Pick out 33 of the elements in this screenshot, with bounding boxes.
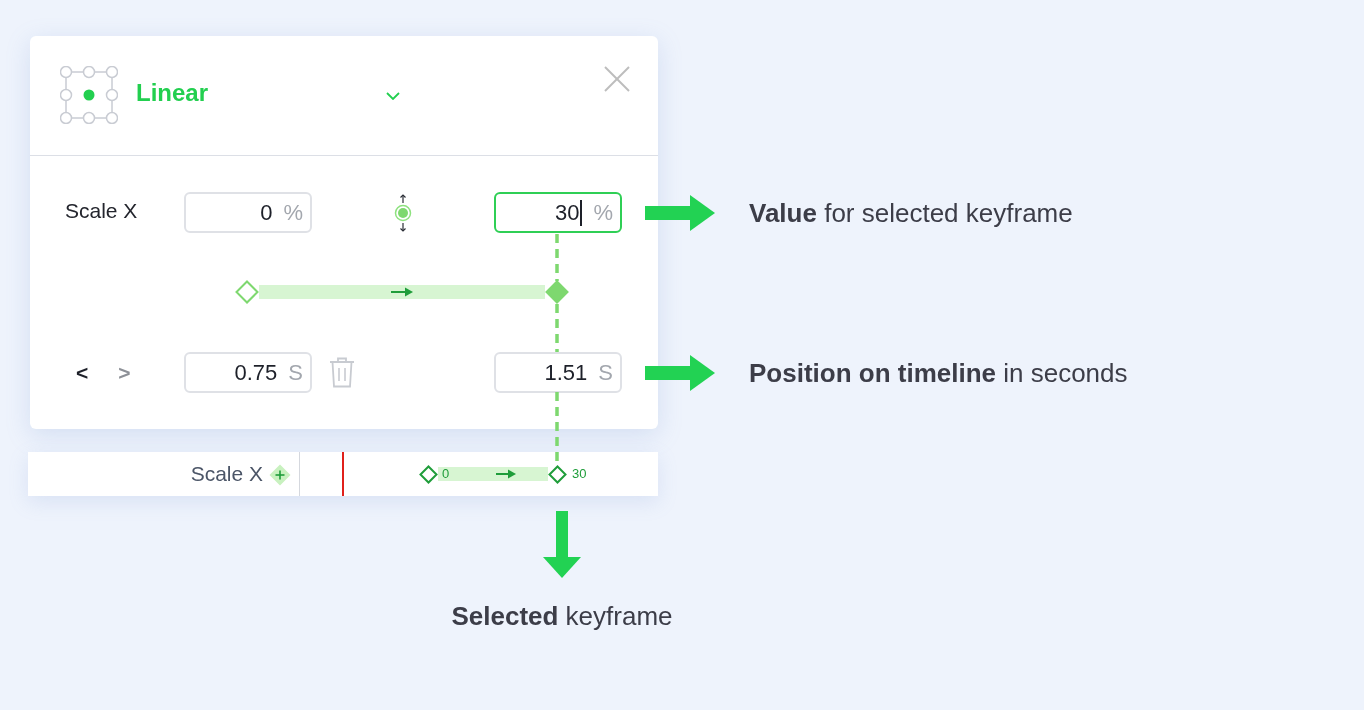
annotation-text: Position on timeline in seconds — [749, 356, 1128, 390]
keyframe-diamond[interactable] — [419, 464, 438, 484]
dashed-guide-line — [555, 304, 559, 352]
keyframe-diamond[interactable] — [548, 464, 567, 484]
dashed-guide-line — [555, 234, 559, 281]
keyframe-diamond[interactable] — [235, 280, 259, 304]
dot-vertical-arrows-icon[interactable] — [394, 193, 412, 232]
arrow-right-icon — [645, 355, 715, 391]
playhead-line — [342, 452, 344, 496]
arrow-right-icon — [645, 195, 715, 231]
caption-text: Selected keyframe — [451, 600, 673, 633]
time-field[interactable]: 1.51 S — [494, 352, 622, 393]
track-label: Scale X — [190, 461, 263, 488]
keyframe-diamond[interactable] — [545, 280, 569, 304]
value-field[interactable]: 30 % — [494, 192, 622, 233]
keyframe-value-label: 0 — [442, 467, 450, 481]
arrow-down-icon — [543, 511, 581, 578]
property-label: Scale X — [65, 197, 139, 224]
keyframe-value-label: 30 — [572, 467, 587, 481]
chevron-down-icon — [386, 92, 400, 100]
diamond-plus-icon[interactable] — [269, 464, 291, 486]
anchor-point-grid-icon — [60, 66, 118, 124]
value-field[interactable]: 0 % — [184, 192, 312, 233]
trash-icon — [329, 357, 355, 388]
arrow-right-icon — [391, 287, 413, 297]
close-icon — [604, 66, 630, 92]
dashed-guide-line — [555, 392, 559, 462]
close-button[interactable] — [604, 66, 630, 92]
arrow-right-icon — [496, 469, 516, 479]
time-field[interactable]: 0.75 S — [184, 352, 312, 393]
previous-button[interactable]: < — [76, 359, 89, 386]
delete-button[interactable] — [329, 357, 355, 388]
annotation-text: Value for selected keyframe — [749, 196, 1073, 230]
